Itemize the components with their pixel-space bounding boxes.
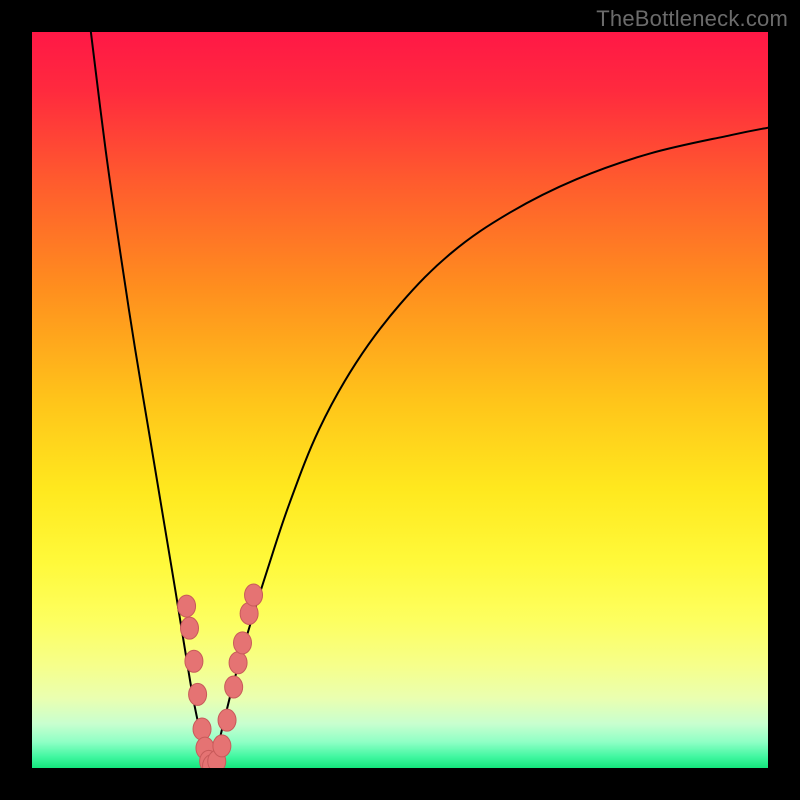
highlight-dot bbox=[229, 652, 247, 674]
curve-right-branch bbox=[211, 128, 768, 766]
highlight-dot bbox=[178, 595, 196, 617]
highlight-dot bbox=[245, 584, 263, 606]
curve-layer bbox=[32, 32, 768, 768]
chart-frame: TheBottleneck.com bbox=[0, 0, 800, 800]
highlight-dot bbox=[225, 676, 243, 698]
highlight-dot bbox=[218, 709, 236, 731]
highlight-dot bbox=[213, 735, 231, 757]
highlight-dot bbox=[185, 650, 203, 672]
watermark-text: TheBottleneck.com bbox=[596, 6, 788, 32]
highlight-dot bbox=[193, 718, 211, 740]
highlight-dot bbox=[181, 617, 199, 639]
plot-area bbox=[32, 32, 768, 768]
highlight-dot bbox=[234, 632, 252, 654]
highlight-dot bbox=[189, 683, 207, 705]
